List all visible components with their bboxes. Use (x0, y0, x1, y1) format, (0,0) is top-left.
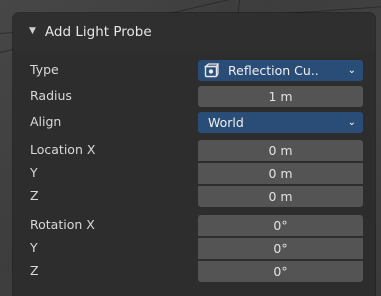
rotation-x-row: Rotation X 0° (13, 214, 375, 236)
rotation-z-label: Z (30, 263, 39, 278)
rotation-x-label: Rotation X (30, 217, 95, 232)
align-dropdown[interactable]: World ⌄ (198, 112, 363, 133)
3d-viewport-background: ▼ Add Light Probe Type Reflection Cu.. ⌄ (0, 0, 381, 296)
rotation-z-row: Z 0° (13, 260, 375, 282)
panel-header[interactable]: ▼ Add Light Probe (13, 13, 375, 51)
chevron-down-icon: ⌄ (347, 65, 356, 76)
location-z-field[interactable]: 0 m (198, 186, 363, 207)
collapse-triangle-icon[interactable]: ▼ (29, 26, 36, 36)
radius-label: Radius (30, 88, 72, 103)
type-row: Type Reflection Cu.. ⌄ (13, 59, 375, 81)
align-dropdown-value: World (208, 115, 244, 130)
type-label: Type (30, 62, 59, 77)
location-x-label: Location X (30, 142, 96, 157)
adjust-last-operation-panel: ▼ Add Light Probe Type Reflection Cu.. ⌄ (13, 13, 375, 296)
location-x-field[interactable]: 0 m (198, 140, 363, 161)
rotation-y-row: Y 0° (13, 237, 375, 259)
location-x-row: Location X 0 m (13, 139, 375, 161)
panel-title: Add Light Probe (44, 24, 152, 40)
align-label: Align (30, 114, 62, 129)
rotation-z-field[interactable]: 0° (198, 261, 363, 282)
type-dropdown-value: Reflection Cu.. (228, 63, 319, 78)
radius-row: Radius 1 m (13, 85, 375, 107)
location-z-row: Z 0 m (13, 185, 375, 207)
reflection-cubemap-icon (204, 63, 219, 78)
location-y-row: Y 0 m (13, 162, 375, 184)
rotation-y-field[interactable]: 0° (198, 238, 363, 259)
type-dropdown[interactable]: Reflection Cu.. ⌄ (198, 60, 363, 81)
radius-field[interactable]: 1 m (198, 86, 363, 107)
location-y-label: Y (30, 165, 38, 180)
chevron-down-icon: ⌄ (347, 117, 356, 128)
rotation-x-field[interactable]: 0° (198, 215, 363, 236)
location-z-label: Z (30, 188, 39, 203)
location-y-field[interactable]: 0 m (198, 163, 363, 184)
rotation-y-label: Y (30, 240, 38, 255)
align-row: Align World ⌄ (13, 111, 375, 133)
